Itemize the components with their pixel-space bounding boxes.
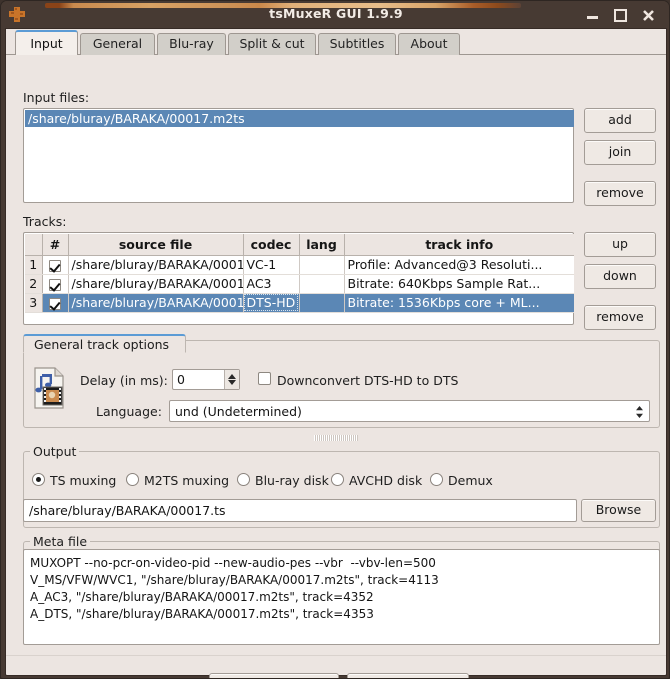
radio-avchd-disk[interactable] (331, 473, 344, 486)
cell-lang (299, 293, 345, 313)
row-number: 3 (25, 293, 43, 313)
remove-input-button[interactable]: remove (584, 181, 656, 206)
add-button[interactable]: add (584, 108, 656, 133)
output-group-label: Output (30, 444, 80, 459)
join-button[interactable]: join (584, 140, 656, 165)
delay-label: Delay (in ms): (80, 373, 168, 388)
label-demux[interactable]: Demux (448, 473, 493, 488)
downconvert-dtshd-checkbox[interactable] (258, 372, 271, 385)
maximize-icon[interactable] (612, 7, 629, 23)
chevron-up-icon[interactable] (228, 374, 236, 379)
tracks-label: Tracks: (23, 214, 67, 229)
input-files-label: Input files: (23, 90, 90, 105)
move-up-button[interactable]: up (584, 232, 656, 257)
radio-demux[interactable] (430, 473, 443, 486)
window-title: tsMuxeR GUI 1.9.9 (269, 6, 403, 21)
table-row[interactable]: 3 /share/bluray/BARAKA/00017... DTS-HD B… (25, 293, 574, 313)
header-corner (25, 234, 43, 256)
application-window: tsMuxeR GUI 1.9.9 Input General Blu-ray … (0, 0, 670, 679)
downconvert-dtshd-label: Downconvert DTS-HD to DTS (277, 373, 459, 388)
meta-file-text: MUXOPT --no-pcr-on-video-pid --new-audio… (30, 556, 439, 621)
radio-blu-ray-disk[interactable] (237, 473, 250, 486)
label-avchd-disk[interactable]: AVCHD disk (349, 473, 422, 488)
tab-bar: Input General Blu-ray Split & cut Subtit… (6, 29, 666, 56)
tab-blu-ray[interactable]: Blu-ray (157, 33, 226, 55)
table-row[interactable]: 2 /share/bluray/BARAKA/00017... AC3 Bitr… (25, 274, 574, 294)
close-icon[interactable] (640, 7, 657, 23)
checkmark-icon (49, 278, 61, 291)
language-select[interactable]: und (Undetermined) (169, 400, 650, 422)
output-path-value: /share/bluray/BARAKA/00017.ts (29, 503, 226, 518)
row-number: 1 (25, 255, 43, 275)
cell-codec: AC3 (243, 274, 300, 294)
start-muxing-button[interactable]: Start muxing (209, 673, 339, 678)
input-files-list[interactable]: /share/bluray/BARAKA/00017.m2ts (23, 108, 574, 203)
tab-general[interactable]: General (80, 33, 155, 55)
list-item[interactable]: /share/bluray/BARAKA/00017.m2ts (25, 110, 574, 127)
header-number[interactable]: # (42, 234, 69, 256)
cell-codec: VC-1 (243, 255, 300, 275)
cell-source-file: /share/bluray/BARAKA/00017... (68, 293, 244, 313)
header-codec[interactable]: codec (243, 234, 300, 256)
label-blu-ray-disk[interactable]: Blu-ray disk (255, 473, 329, 488)
meta-file-group-label: Meta file (30, 534, 91, 549)
header-lang[interactable]: lang (299, 234, 345, 256)
delay-stepper-buttons[interactable] (224, 370, 239, 389)
browse-button[interactable]: Browse (581, 499, 656, 522)
delay-stepper[interactable]: 0 (172, 369, 240, 390)
chevron-down-icon[interactable] (228, 380, 236, 385)
title-bar: tsMuxeR GUI 1.9.9 (1, 1, 669, 28)
client-area: Input General Blu-ray Split & cut Subtit… (5, 28, 667, 678)
minimize-icon[interactable] (584, 7, 601, 23)
cell-track-info: Bitrate: 640Kbps Sample Rat... (344, 274, 574, 294)
footer-separator (6, 655, 666, 656)
header-source-file[interactable]: source file (68, 234, 244, 256)
language-label: Language: (96, 404, 162, 419)
tracks-table[interactable]: # source file codec lang track info 1 /s… (23, 232, 574, 325)
tab-about[interactable]: About (398, 33, 460, 55)
updown-chevron-icon (635, 405, 644, 419)
checkmark-icon (49, 297, 61, 310)
track-enabled-checkbox[interactable] (42, 255, 69, 275)
cell-source-file: /share/bluray/BARAKA/00017... (68, 274, 244, 294)
table-header-row: # source file codec lang track info (25, 234, 574, 256)
label-m2ts-muxing[interactable]: M2TS muxing (144, 473, 229, 488)
cell-track-info: Profile: Advanced@3 Resoluti... (344, 255, 574, 275)
radio-ts-muxing[interactable] (32, 473, 45, 486)
tab-input[interactable]: Input (15, 30, 78, 55)
save-meta-file-button[interactable]: Save meta file (347, 673, 469, 678)
row-number: 2 (25, 274, 43, 294)
output-path-input[interactable]: /share/bluray/BARAKA/00017.ts (23, 499, 577, 522)
general-track-options-tab[interactable]: General track options (23, 334, 186, 353)
meta-file-textarea[interactable]: MUXOPT --no-pcr-on-video-pid --new-audio… (23, 549, 660, 645)
table-row[interactable]: 1 /share/bluray/BARAKA/00017... VC-1 Pro… (25, 255, 574, 275)
header-track-info[interactable]: track info (344, 234, 574, 256)
language-value: und (Undetermined) (175, 404, 302, 419)
delay-value: 0 (177, 372, 185, 387)
track-enabled-checkbox[interactable] (42, 274, 69, 294)
tab-subtitles[interactable]: Subtitles (318, 33, 396, 55)
cell-source-file: /share/bluray/BARAKA/00017... (68, 255, 244, 275)
cell-codec: DTS-HD (243, 293, 300, 313)
tab-split-cut[interactable]: Split & cut (228, 33, 316, 55)
remove-track-button[interactable]: remove (584, 305, 656, 330)
cell-track-info: Bitrate: 1536Kbps core + ML... (344, 293, 574, 313)
cell-lang (299, 255, 345, 275)
track-enabled-checkbox[interactable] (42, 293, 69, 313)
move-down-button[interactable]: down (584, 264, 656, 289)
audio-video-track-icon (32, 367, 66, 409)
splitter-handle[interactable] (314, 435, 358, 441)
checkmark-icon (49, 259, 61, 272)
label-ts-muxing[interactable]: TS muxing (50, 473, 116, 488)
radio-m2ts-muxing[interactable] (126, 473, 139, 486)
cell-lang (299, 274, 345, 294)
